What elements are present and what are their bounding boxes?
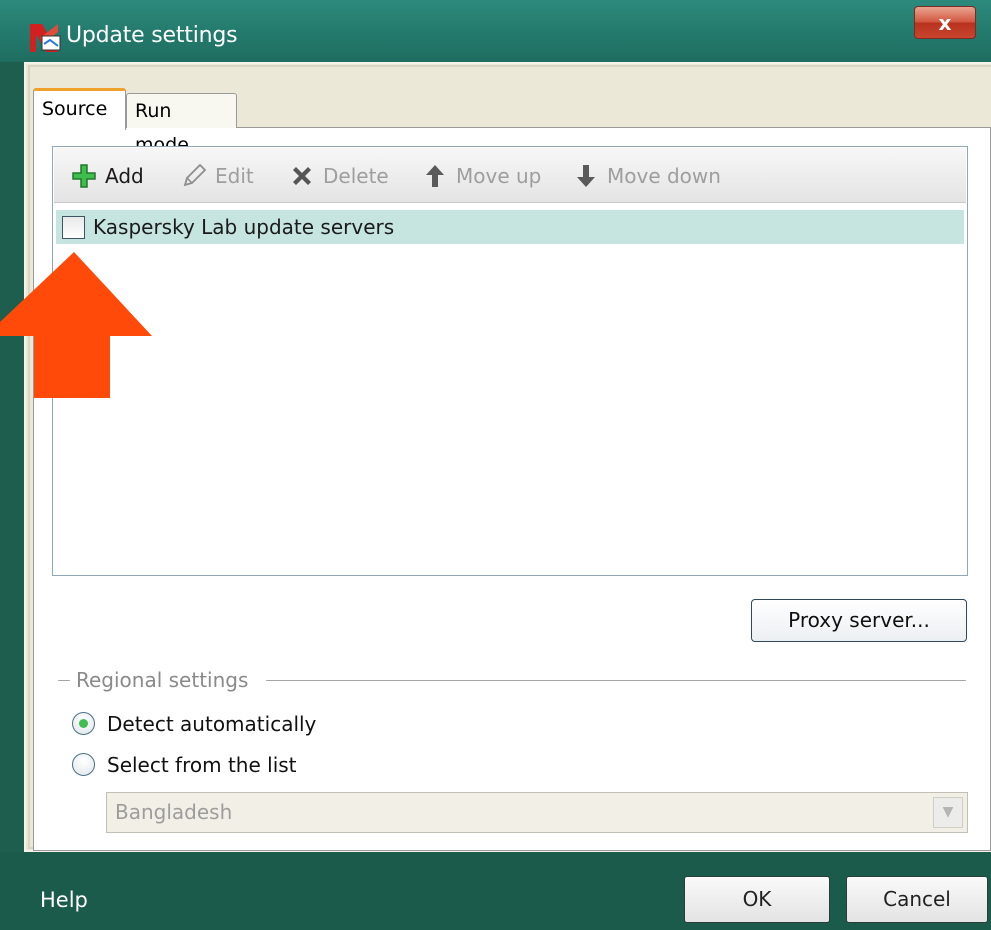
region-select[interactable]: Bangladesh ▼ — [106, 792, 968, 833]
tab-run-mode[interactable]: Run mode — [126, 93, 237, 156]
select-from-list-radio[interactable] — [72, 753, 95, 776]
chevron-down-icon[interactable]: ▼ — [933, 797, 963, 828]
group-divider-left — [58, 680, 70, 681]
update-settings-window: Update settings x Source Run mode Add Ed… — [0, 0, 991, 930]
edit-button[interactable]: Edit — [181, 148, 254, 203]
add-icon — [72, 163, 96, 188]
source-label: Kaspersky Lab update servers — [93, 215, 395, 239]
dialog-footer — [0, 852, 991, 930]
title-bar[interactable]: Update settings x — [0, 0, 991, 62]
add-button[interactable]: Add — [71, 148, 144, 203]
move-up-icon — [426, 164, 444, 187]
region-select-value: Bangladesh — [115, 800, 233, 824]
delete-label: Delete — [323, 163, 389, 188]
kaspersky-logo-icon — [30, 24, 61, 52]
edit-label: Edit — [215, 163, 254, 188]
up-arrow-annotation — [0, 252, 152, 398]
tab-source[interactable]: Source — [33, 88, 126, 130]
move-down-button[interactable]: Move down — [573, 148, 721, 203]
sources-toolbar: Add Edit Delete Move up Move down — [54, 148, 966, 203]
source-checkbox[interactable] — [62, 216, 85, 239]
radio-selected-dot — [79, 719, 88, 728]
move-up-button[interactable]: Move up — [422, 148, 541, 203]
move-down-label: Move down — [607, 163, 721, 188]
close-button[interactable]: x — [914, 6, 976, 39]
ok-button[interactable]: OK — [684, 876, 830, 923]
select-from-list-label: Select from the list — [107, 753, 297, 777]
delete-icon — [293, 166, 311, 185]
regional-settings-title: Regional settings — [76, 668, 249, 692]
detect-automatically-label: Detect automatically — [107, 712, 317, 736]
cancel-button[interactable]: Cancel — [846, 876, 988, 923]
move-down-icon — [577, 164, 595, 187]
group-divider-right — [266, 680, 966, 681]
move-up-label: Move up — [456, 163, 542, 188]
detect-automatically-radio[interactable] — [72, 712, 95, 735]
proxy-server-button[interactable]: Proxy server... — [751, 599, 967, 642]
delete-button[interactable]: Delete — [289, 148, 389, 203]
add-label: Add — [105, 163, 144, 188]
edit-icon — [183, 163, 207, 186]
window-title: Update settings — [66, 23, 238, 48]
help-link[interactable]: Help — [40, 885, 88, 915]
